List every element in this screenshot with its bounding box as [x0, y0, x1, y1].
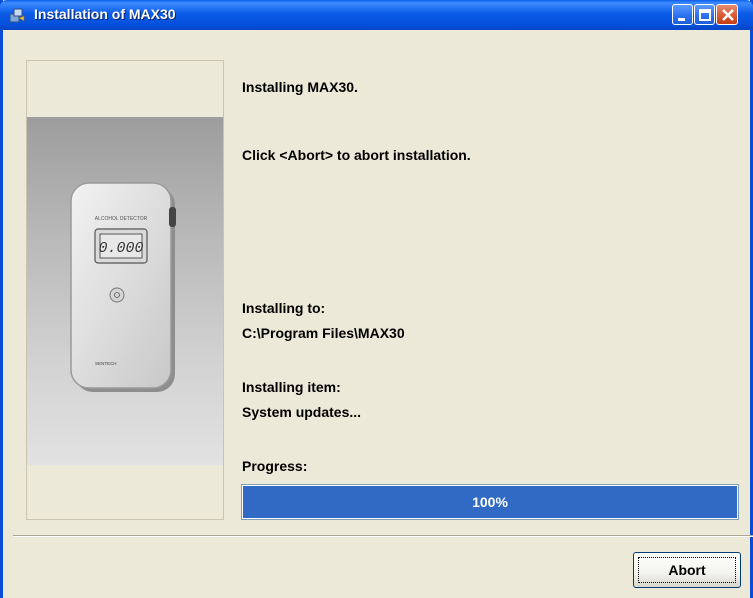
button-divider: [13, 535, 753, 537]
title-bar[interactable]: Installation of MAX30: [0, 0, 753, 30]
installer-app-icon: [8, 6, 26, 24]
breathalyzer-image: ALCOHOL DETECTOR 0.000 SENTECH: [27, 117, 223, 465]
install-item: System updates...: [242, 404, 362, 420]
installing-heading: Installing MAX30.: [242, 79, 358, 95]
device-display-reading: 0.000: [98, 240, 143, 257]
abort-button-label: Abort: [668, 562, 706, 578]
progress-label: Progress:: [242, 458, 308, 474]
install-path: C:\Program Files\MAX30: [242, 325, 405, 341]
maximize-icon: [699, 9, 711, 21]
installer-window: Installation of MAX30 ALCOHOL DETECTOR 0…: [0, 0, 753, 598]
install-to-label: Installing to:: [242, 300, 326, 316]
window-title: Installation of MAX30: [34, 6, 176, 22]
device-top-label: ALCOHOL DETECTOR: [95, 216, 148, 222]
abort-instruction: Click <Abort> to abort installation.: [242, 147, 471, 163]
device-brand-label: SENTECH: [95, 361, 117, 366]
progress-percent: 100%: [472, 494, 508, 510]
abort-button[interactable]: Abort: [633, 552, 741, 588]
maximize-button[interactable]: [694, 4, 715, 25]
close-icon: [722, 9, 734, 21]
close-button[interactable]: [716, 4, 738, 25]
install-item-label: Installing item:: [242, 379, 341, 395]
progress-bar: 100%: [241, 484, 739, 520]
minimize-icon: [678, 18, 685, 21]
minimize-button[interactable]: [672, 4, 693, 25]
side-image-panel: ALCOHOL DETECTOR 0.000 SENTECH: [26, 60, 224, 520]
